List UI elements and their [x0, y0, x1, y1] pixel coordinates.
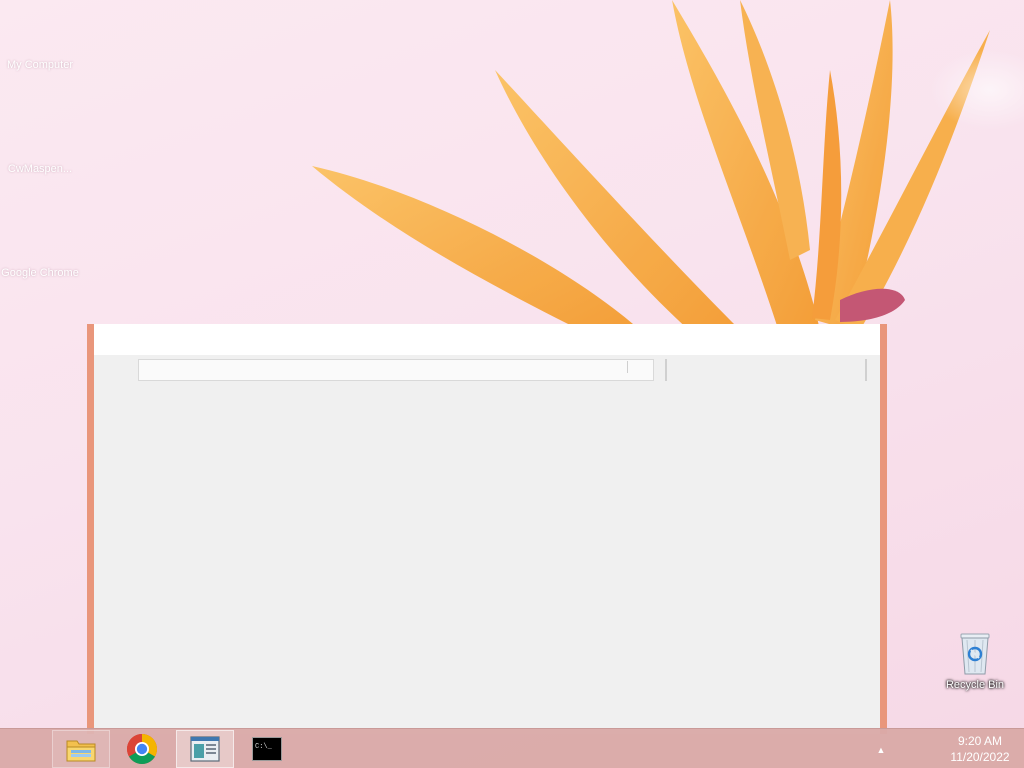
window-content-area[interactable] [94, 388, 880, 734]
clock-time: 9:20 AM [957, 734, 1003, 748]
command-prompt-glyph: C:\_ [255, 743, 273, 751]
desktop-icon-google-chrome[interactable]: Google Chrome [0, 266, 80, 280]
desktop-icon-shortcut[interactable]: CwMaspen... [0, 162, 80, 176]
show-hidden-icons-chevron[interactable]: ▲ [875, 744, 887, 756]
desktop-icon-label: Google Chrome [1, 267, 79, 279]
taskbar-clock[interactable]: 9:20 AM 11/20/2022 [944, 733, 1016, 765]
folder-icon [66, 740, 96, 762]
desktop-icon-my-computer[interactable]: My Computer [0, 58, 80, 72]
taskbar-command-prompt-button[interactable]: C:\_ [238, 730, 296, 768]
search-input[interactable] [665, 359, 867, 381]
window-title-bar[interactable] [94, 324, 880, 355]
taskbar: C:\_ [0, 728, 1024, 768]
clock-date: 11/20/2022 [950, 750, 1010, 764]
taskbar-file-explorer-button[interactable] [52, 730, 110, 768]
taskbar-active-app-button[interactable] [176, 730, 234, 768]
recycle-bin-icon [960, 633, 990, 675]
recycle-bin-label: Recycle Bin [945, 679, 1005, 691]
desktop-icon-recycle-bin[interactable]: Recycle Bin [937, 630, 1013, 692]
command-prompt-icon: C:\_ [252, 737, 282, 761]
application-window-icon [190, 736, 220, 762]
application-window [87, 324, 887, 734]
desktop-icon-label: My Computer [6, 59, 74, 71]
chrome-icon [126, 734, 158, 765]
address-input-divider [627, 361, 628, 373]
address-input[interactable] [138, 359, 654, 381]
desktop-icon-label: CwMaspen... [7, 163, 73, 175]
taskbar-chrome-button[interactable] [113, 730, 171, 768]
